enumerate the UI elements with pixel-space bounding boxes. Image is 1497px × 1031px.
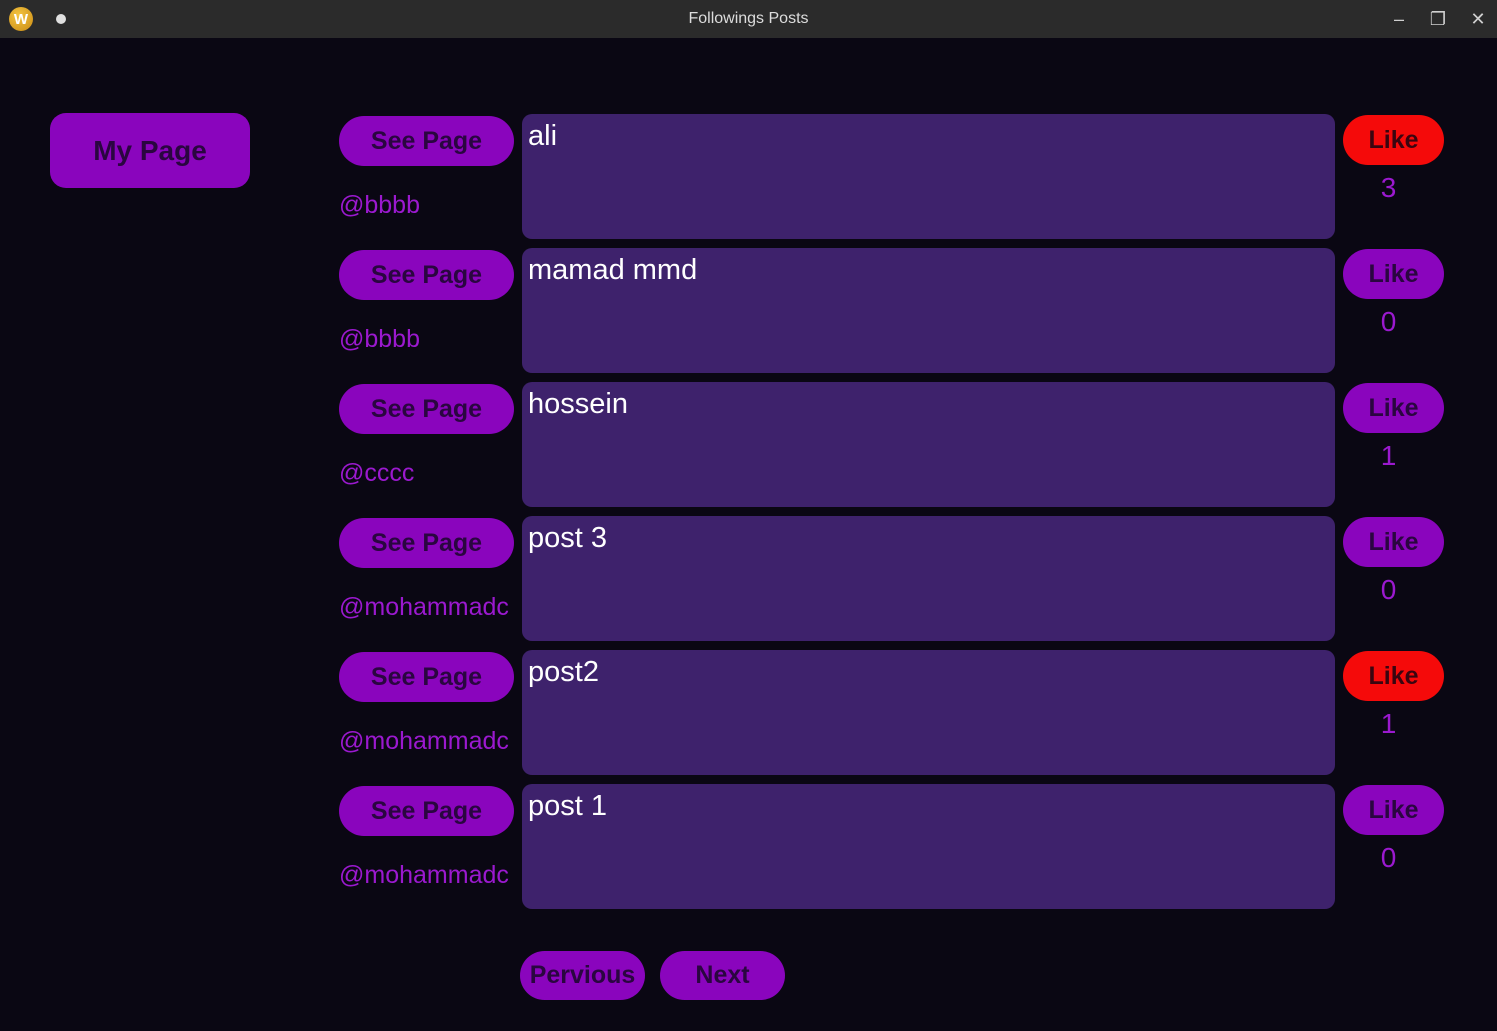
see-page-button[interactable]: See Page [339,518,514,568]
previous-button[interactable]: Pervious [520,951,645,1000]
post-text: post2 [528,656,599,688]
post-text: post 1 [528,790,607,822]
post-content-box: post2 [522,650,1335,775]
close-icon[interactable]: ✕ [1465,6,1491,32]
author-handle: @bbbb [339,191,420,219]
like-count: 0 [1380,842,1397,873]
like-count: 3 [1380,172,1397,203]
author-handle: @cccc [339,459,415,487]
post-text: mamad mmd [528,254,698,286]
like-count: 0 [1380,574,1397,605]
post-content-box: mamad mmd [522,248,1335,373]
post-content-box: post 3 [522,516,1335,641]
minimize-icon[interactable]: – [1386,6,1412,32]
see-page-button[interactable]: See Page [339,652,514,702]
see-page-button[interactable]: See Page [339,250,514,300]
next-button[interactable]: Next [660,951,785,1000]
author-handle: @mohammadc [339,861,509,889]
title-bar: W Followings Posts – ❐ ✕ [0,0,1497,38]
like-button[interactable]: Like [1343,383,1444,433]
post-content-box: post 1 [522,784,1335,909]
post-row: See Page @cccc hossein Like 1 [338,382,1448,508]
see-page-button[interactable]: See Page [339,786,514,836]
post-row: See Page @mohammadc post 1 Like 0 [338,784,1448,910]
post-content-box: hossein [522,382,1335,507]
post-text: post 3 [528,522,607,554]
see-page-button[interactable]: See Page [339,384,514,434]
post-text: ali [528,120,558,152]
maximize-icon[interactable]: ❐ [1425,6,1451,32]
author-handle: @bbbb [339,325,420,353]
post-row: See Page @mohammadc post 3 Like 0 [338,516,1448,642]
post-row: See Page @bbbb mamad mmd Like 0 [338,248,1448,374]
like-count: 1 [1380,440,1397,471]
my-page-button[interactable]: My Page [50,113,250,188]
like-count: 0 [1380,306,1397,337]
window-title: Followings Posts [688,10,809,27]
like-button[interactable]: Like [1343,651,1444,701]
like-button[interactable]: Like [1343,115,1444,165]
like-button[interactable]: Like [1343,517,1444,567]
post-row: See Page @bbbb ali Like 3 [338,114,1448,240]
post-row: See Page @mohammadc post2 Like 1 [338,650,1448,776]
post-text: hossein [528,388,628,420]
author-handle: @mohammadc [339,727,509,755]
like-button[interactable]: Like [1343,249,1444,299]
post-content-box: ali [522,114,1335,239]
like-count: 1 [1380,708,1397,739]
like-button[interactable]: Like [1343,785,1444,835]
author-handle: @mohammadc [339,593,509,621]
see-page-button[interactable]: See Page [339,116,514,166]
